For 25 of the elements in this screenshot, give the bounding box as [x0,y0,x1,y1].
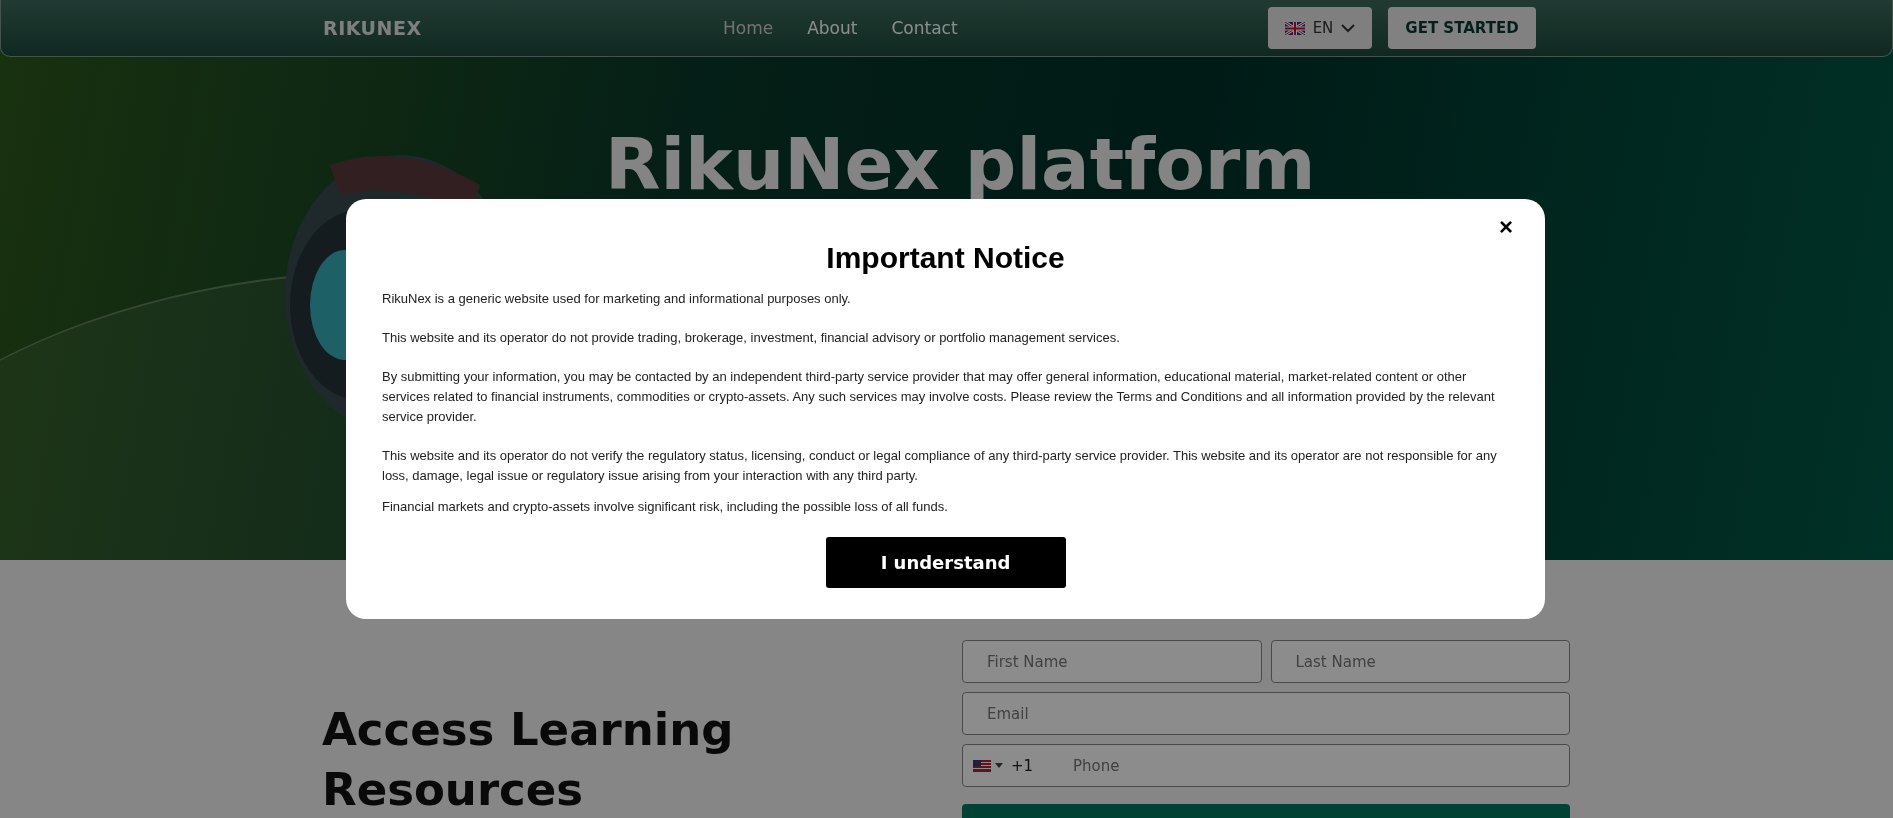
email-field[interactable]: Email [962,692,1570,735]
nav-link[interactable]: About [807,18,858,38]
notice-paragraph: This website and its operator do not verify the regulatory status, licensing, conduct or legal compliance of any third-party service provider. This website and its operator are not responsible for any loss, damage, legal issue or regulatory issue arising from your interaction with any third party. [382,447,1498,485]
flag-icon [973,759,991,772]
chevron-down-icon [1341,23,1356,33]
first-name-field[interactable]: First Name [962,640,1262,683]
section-heading: Access Learning Resources [322,702,735,818]
phone-field[interactable]: +1 Phone [962,744,1570,787]
notice-paragraph: By submitting your information, you may be contacted by an independent third-party service provider that may offer general information, educational material, market-related content or other services related to financial instruments, commodities or crypto-assets. Any such services may involve costs. Please review the Terms and Conditions and all information provided by the relevant service provider. [382,368,1496,426]
logo[interactable]: RIKUNEX [323,17,683,39]
last-name-field[interactable]: Last Name [1270,640,1570,683]
notice-paragraph: This website and its operator do not provide trading, brokerage, investment, financial advisory or portfolio management services. [382,329,1121,347]
understand-button[interactable]: I understand [825,537,1066,588]
nav-link[interactable]: Contact [891,18,958,38]
phone-number-input[interactable]: Phone [1071,755,1569,776]
language-selector[interactable]: EN [1268,7,1372,49]
notice-paragraph: Financial markets and crypto-assets involve significant risk, including the possible loss of all funds. [382,498,949,516]
notice-paragraph: RikuNex is a generic website used for marketing and informational purposes only. [382,290,852,308]
get-started-button[interactable]: GET STARTED [1388,7,1536,49]
close-button[interactable]: × [1499,215,1513,239]
flag-icon [1284,21,1305,35]
nav-link[interactable]: Home [723,18,774,38]
dialog-title: Important Notice [825,241,1066,275]
hero-title: RikuNex platform [605,122,1316,206]
caret-icon [995,763,1003,768]
